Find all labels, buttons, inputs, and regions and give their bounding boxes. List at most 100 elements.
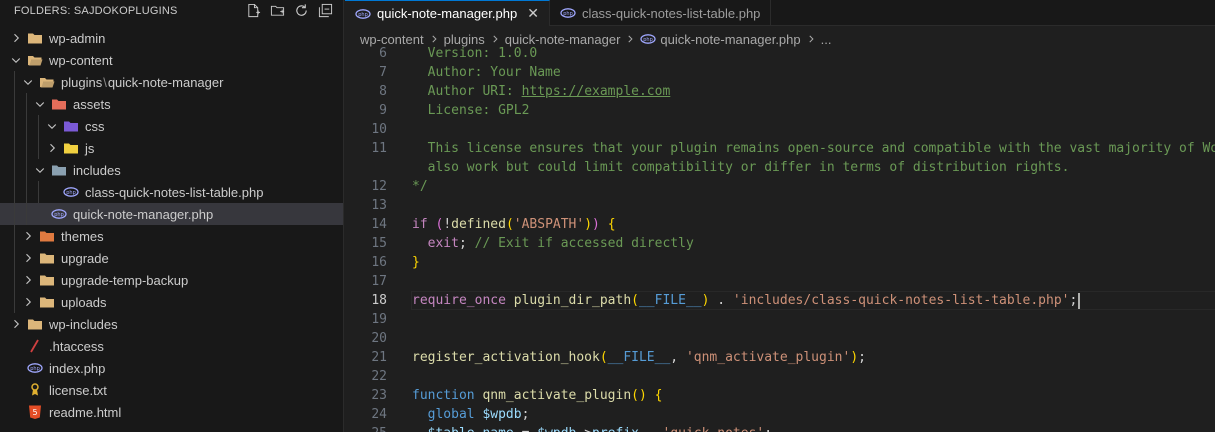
code-token: ( bbox=[599, 350, 608, 365]
svg-text:php: php bbox=[54, 212, 64, 218]
tree-item-label: wp-content bbox=[49, 52, 113, 68]
tree-item-wp-content[interactable]: wp-content bbox=[0, 49, 343, 71]
code-line[interactable]: 19 bbox=[345, 310, 1215, 329]
chevron-right-icon[interactable] bbox=[44, 140, 60, 156]
code-text: Author URI: https://example.com bbox=[412, 82, 671, 101]
tree-item-htaccess[interactable]: .htaccess bbox=[0, 335, 343, 357]
code-line[interactable]: 22 bbox=[345, 367, 1215, 386]
tree-item-upgrade-temp-backup[interactable]: upgrade-temp-backup bbox=[0, 269, 343, 291]
code-line[interactable]: 8 Author URI: https://example.com bbox=[345, 82, 1215, 101]
tree-item-label: readme.html bbox=[49, 404, 122, 420]
tree-item-themes[interactable]: themes bbox=[0, 225, 343, 247]
indent-guide bbox=[14, 291, 15, 313]
new-file-icon[interactable] bbox=[245, 2, 261, 18]
chevron-right-icon[interactable] bbox=[20, 228, 36, 244]
tree-item-label: themes bbox=[61, 228, 104, 244]
code-line[interactable]: 24 global $wpdb; bbox=[345, 405, 1215, 424]
tree-item-includes[interactable]: includes bbox=[0, 159, 343, 181]
code-line[interactable]: 6 Version: 1.0.0 bbox=[345, 44, 1215, 63]
editor-tabs: php quick-note-manager.php ✕ php class-quick… bbox=[345, 0, 1215, 26]
includes-folder-icon bbox=[51, 162, 67, 178]
collapse-all-icon[interactable] bbox=[317, 2, 333, 18]
assets-folder-icon bbox=[51, 96, 67, 112]
tab-class-quick-notes-list-table-php[interactable]: php class-quick-notes-list-table.php bbox=[550, 0, 772, 26]
tree-item-label: upgrade bbox=[61, 250, 109, 266]
code-token: prefix bbox=[592, 426, 639, 432]
code-line[interactable]: 12 */ bbox=[345, 177, 1215, 196]
chevron-down-icon[interactable] bbox=[44, 118, 60, 134]
close-icon[interactable]: ✕ bbox=[527, 5, 539, 22]
tree-item-label: quick-note-manager.php bbox=[73, 206, 214, 222]
indent-guide bbox=[38, 115, 39, 137]
tree-item-css[interactable]: css bbox=[0, 115, 343, 137]
chevron-right-icon[interactable] bbox=[20, 272, 36, 288]
code-editor[interactable]: 6 Version: 1.0.0 7 Author: Your Name 8 Aut… bbox=[345, 44, 1215, 432]
code-token: $wpdb bbox=[482, 407, 522, 422]
php-file-icon: php bbox=[51, 206, 67, 222]
line-number: 10 bbox=[371, 122, 387, 137]
code-text: Version: 1.0.0 bbox=[412, 44, 538, 63]
tab-quick-note-manager-php[interactable]: php quick-note-manager.php ✕ bbox=[345, 0, 550, 26]
code-line[interactable]: 10 bbox=[345, 120, 1215, 139]
code-line[interactable]: 25 $table_name = $wpdb->prefix . 'quick_… bbox=[345, 424, 1215, 432]
code-token: } bbox=[412, 255, 420, 270]
chevron-right-icon[interactable] bbox=[20, 250, 36, 266]
code-token: $table_name bbox=[412, 426, 514, 432]
tree-item-readme-html[interactable]: 5 readme.html bbox=[0, 401, 343, 423]
tree-item-index-php[interactable]: php index.php bbox=[0, 357, 343, 379]
chevron-right-icon[interactable] bbox=[8, 316, 24, 332]
code-line[interactable]: 13 bbox=[345, 196, 1215, 215]
tree-item-wp-includes[interactable]: wp-includes bbox=[0, 313, 343, 335]
code-token: Author URI: bbox=[412, 84, 522, 99]
tree-item-plugins[interactable]: plugins \ quick-note-manager bbox=[0, 71, 343, 93]
code-token: { bbox=[599, 217, 616, 232]
code-line[interactable]: 23 function qnm_activate_plugin() { bbox=[345, 386, 1215, 405]
refresh-icon[interactable] bbox=[293, 2, 309, 18]
svg-text:5: 5 bbox=[32, 408, 37, 417]
line-number: 9 bbox=[379, 103, 387, 118]
tree-item-assets[interactable]: assets bbox=[0, 93, 343, 115]
code-line[interactable]: also work but could limit compatibility … bbox=[345, 158, 1215, 177]
code-token: ) bbox=[850, 350, 859, 365]
code-line[interactable]: 18 require_once plugin_dir_path(__FILE__)… bbox=[345, 291, 1215, 310]
tree-item-label: .htaccess bbox=[49, 338, 104, 354]
code-line[interactable]: 15 exit; // Exit if accessed directly bbox=[345, 234, 1215, 253]
tree-item-label: includes bbox=[73, 162, 121, 178]
tree-item-upgrade[interactable]: upgrade bbox=[0, 247, 343, 269]
chevron-right-icon[interactable] bbox=[20, 294, 36, 310]
code-line[interactable]: 20 bbox=[345, 329, 1215, 348]
tree-item-quick-note-manager-php[interactable]: php quick-note-manager.php bbox=[0, 203, 343, 225]
chevron-right-icon[interactable] bbox=[8, 30, 24, 46]
code-line[interactable]: 7 Author: Your Name bbox=[345, 63, 1215, 82]
indent-guide bbox=[14, 247, 15, 269]
chevron-down-icon[interactable] bbox=[8, 52, 24, 68]
tree-item-label: license.txt bbox=[49, 382, 107, 398]
tree-item-label: upgrade-temp-backup bbox=[61, 272, 189, 288]
chevron-down-icon[interactable] bbox=[32, 162, 48, 178]
svg-text:php: php bbox=[30, 366, 40, 372]
tree-item-js[interactable]: js bbox=[0, 137, 343, 159]
code-token: qnm_activate_plugin bbox=[482, 388, 632, 403]
chevron-down-icon[interactable] bbox=[32, 96, 48, 112]
php-file-icon: php bbox=[355, 6, 371, 22]
new-folder-icon[interactable] bbox=[269, 2, 285, 18]
tree-item-class-quick-notes-list-table-php[interactable]: php class-quick-notes-list-table.php bbox=[0, 181, 343, 203]
code-token: if bbox=[412, 217, 428, 232]
code-token: */ bbox=[412, 179, 428, 194]
tree-item-wp-admin[interactable]: wp-admin bbox=[0, 27, 343, 49]
tree-item-uploads[interactable]: uploads bbox=[0, 291, 343, 313]
code-text: if (!defined('ABSPATH')) { bbox=[412, 215, 616, 234]
code-line[interactable]: 16} bbox=[345, 253, 1215, 272]
php-file-icon: php bbox=[560, 5, 576, 21]
code-line[interactable]: 9 License: GPL2 bbox=[345, 101, 1215, 120]
code-line[interactable]: 11 This license ensures that your plugin… bbox=[345, 139, 1215, 158]
tree-item-license-txt[interactable]: license.txt bbox=[0, 379, 343, 401]
code-token: register_activation_hook bbox=[412, 350, 600, 365]
code-token: { bbox=[646, 388, 663, 403]
code-line[interactable]: 14 if (!defined('ABSPATH')) { bbox=[345, 215, 1215, 234]
explorer-title: FOLDERS: SAJDOKOPLUGINS bbox=[14, 5, 178, 17]
license-file-icon bbox=[27, 382, 43, 398]
chevron-down-icon[interactable] bbox=[20, 74, 36, 90]
code-line[interactable]: 21 register_activation_hook(__FILE__, 'qn… bbox=[345, 348, 1215, 367]
code-line[interactable]: 17 bbox=[345, 272, 1215, 291]
